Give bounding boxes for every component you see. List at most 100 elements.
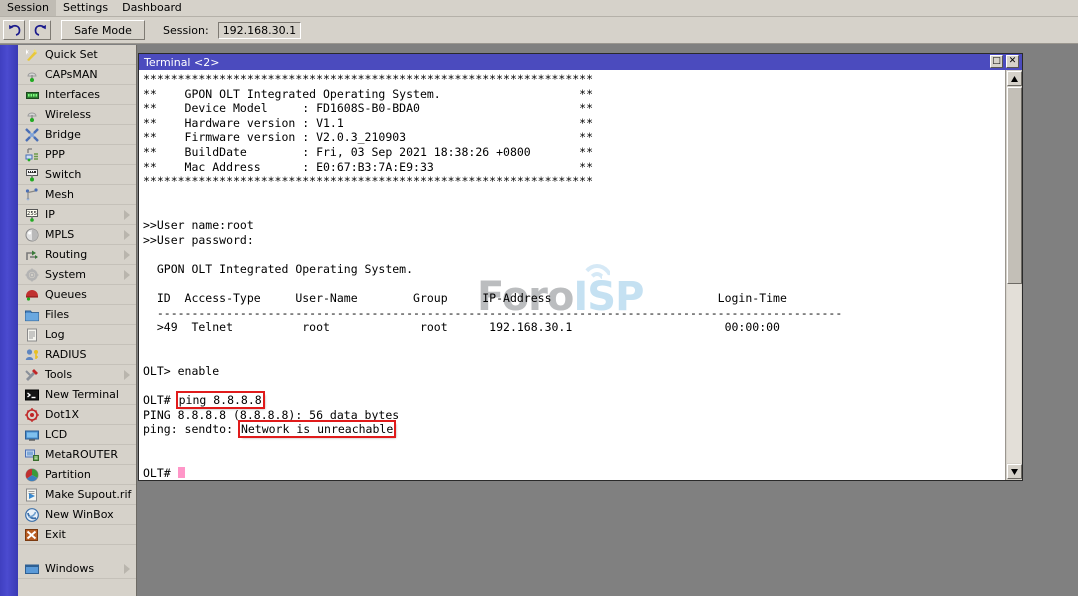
partition-icon	[24, 467, 40, 483]
sidebar-item-label: CAPsMAN	[45, 68, 98, 81]
scroll-up-button[interactable]	[1007, 71, 1022, 86]
scroll-down-button[interactable]	[1007, 464, 1022, 479]
scrollbar-thumb[interactable]	[1007, 87, 1022, 284]
terminal-line: ****************************************…	[143, 72, 1005, 87]
sidebar-item-label: Windows	[45, 562, 94, 575]
sidebar-item-capsman[interactable]: CAPsMAN	[18, 65, 136, 85]
session-label: Session:	[163, 24, 209, 37]
sidebar-item-new-terminal[interactable]: New Terminal	[18, 385, 136, 405]
sidebar-item-metarouter[interactable]: MetaROUTER	[18, 445, 136, 465]
highlighted-command: ping 8.8.8.8	[178, 393, 263, 407]
restore-button[interactable]: □	[990, 55, 1003, 68]
lcd-icon	[24, 427, 40, 443]
redo-arrow-icon	[33, 23, 48, 37]
sidebar-spacer	[18, 545, 136, 559]
ip-255-icon: 255	[24, 207, 40, 223]
terminal-line: >>User password:	[143, 233, 1005, 248]
sidebar-item-switch[interactable]: Switch	[18, 165, 136, 185]
sidebar-item-interfaces[interactable]: Interfaces	[18, 85, 136, 105]
chevron-right-icon	[124, 370, 130, 380]
terminal-line: ** Mac Address : E0:67:B3:7A:E9:33 **	[143, 160, 1005, 175]
winbox-icon	[24, 507, 40, 523]
log-icon	[24, 327, 40, 343]
sidebar-item-files[interactable]: Files	[18, 305, 136, 325]
sidebar-item-make-supout-rif[interactable]: Make Supout.rif	[18, 485, 136, 505]
supout-icon	[24, 487, 40, 503]
sidebar-item-label: Bridge	[45, 128, 81, 141]
menu-item-settings[interactable]: Settings	[56, 0, 115, 16]
terminal-line: PING 8.8.8.8 (8.8.8.8): 56 data bytes	[143, 408, 1005, 423]
sidebar-item-system[interactable]: System	[18, 265, 136, 285]
ports-icon	[24, 87, 40, 103]
sidebar-item-exit[interactable]: Exit	[18, 525, 136, 545]
undo-button[interactable]	[3, 20, 25, 40]
antenna-icon	[24, 107, 40, 123]
menu-item-dashboard[interactable]: Dashboard	[115, 0, 189, 16]
sidebar-item-windows[interactable]: Windows	[18, 559, 136, 579]
sidebar-item-queues[interactable]: Queues	[18, 285, 136, 305]
sidebar-item-dot1x[interactable]: Dot1X	[18, 405, 136, 425]
sidebar-item-partition[interactable]: Partition	[18, 465, 136, 485]
sidebar-item-label: RADIUS	[45, 348, 86, 361]
sidebar-item-quick-set[interactable]: Quick Set	[18, 45, 136, 65]
terminal-vertical-scrollbar[interactable]	[1005, 70, 1022, 480]
sidebar-item-tools[interactable]: Tools	[18, 365, 136, 385]
sidebar-item-label: IP	[45, 208, 55, 221]
window-icon	[24, 561, 40, 577]
sidebar-item-label: Make Supout.rif	[45, 488, 131, 501]
mpls-icon	[24, 227, 40, 243]
sidebar-item-wireless[interactable]: Wireless	[18, 105, 136, 125]
partition-icon	[24, 467, 40, 483]
session-address-field[interactable]: 192.168.30.1	[218, 22, 301, 39]
queues-icon	[24, 287, 40, 303]
terminal-active-prompt[interactable]: OLT#	[143, 466, 1005, 480]
tools-icon	[24, 367, 40, 383]
sidebar-item-mpls[interactable]: MPLS	[18, 225, 136, 245]
terminal-line	[143, 349, 1005, 364]
sidebar-item-label: Quick Set	[45, 48, 98, 61]
redo-button[interactable]	[29, 20, 51, 40]
switch-icon	[24, 167, 40, 183]
sidebar-item-routing[interactable]: Routing	[18, 245, 136, 265]
terminal-line	[143, 451, 1005, 466]
terminal-line	[143, 203, 1005, 218]
sidebar-item-mesh[interactable]: Mesh	[18, 185, 136, 205]
folder-icon	[24, 307, 40, 323]
routing-icon	[24, 247, 40, 263]
sidebar-item-bridge[interactable]: Bridge	[18, 125, 136, 145]
safe-mode-button[interactable]: Safe Mode	[61, 20, 145, 40]
antenna-icon	[24, 67, 40, 83]
metarouter-icon	[24, 447, 40, 463]
metarouter-icon	[24, 447, 40, 463]
terminal-line: ** Hardware version : V1.1 **	[143, 116, 1005, 131]
ip-255-icon: 255	[24, 207, 40, 223]
close-button[interactable]: ✕	[1006, 55, 1019, 68]
menu-item-session[interactable]: Session	[0, 0, 56, 16]
sidebar-item-label: MetaROUTER	[45, 448, 118, 461]
terminal-line	[143, 335, 1005, 350]
routing-icon	[24, 247, 40, 263]
terminal-line	[143, 437, 1005, 452]
terminal-icon	[24, 387, 40, 403]
mesh-icon	[24, 187, 40, 203]
sidebar-item-label: Files	[45, 308, 69, 321]
sidebar-item-log[interactable]: Log	[18, 325, 136, 345]
sidebar-item-new-winbox[interactable]: New WinBox	[18, 505, 136, 525]
terminal-error-line: ping: sendto: Network is unreachable	[143, 422, 1005, 437]
ppp-icon	[24, 147, 40, 163]
sidebar-item-label: Interfaces	[45, 88, 100, 101]
sidebar-item-label: Partition	[45, 468, 91, 481]
tools-icon	[24, 367, 40, 383]
sidebar-item-label: Exit	[45, 528, 66, 541]
terminal-title-bar[interactable]: Terminal <2> □ ✕	[139, 54, 1022, 70]
sidebar-item-label: New WinBox	[45, 508, 114, 521]
terminal-line: ****************************************…	[143, 174, 1005, 189]
sidebar-item-lcd[interactable]: LCD	[18, 425, 136, 445]
antenna-icon	[24, 107, 40, 123]
sidebar-item-ip[interactable]: 255 IP	[18, 205, 136, 225]
terminal-output[interactable]: ****************************************…	[139, 70, 1005, 480]
menu-bar: Session Settings Dashboard	[0, 0, 1078, 17]
sidebar-item-label: System	[45, 268, 86, 281]
sidebar-item-ppp[interactable]: PPP	[18, 145, 136, 165]
sidebar-item-radius[interactable]: RADIUS	[18, 345, 136, 365]
